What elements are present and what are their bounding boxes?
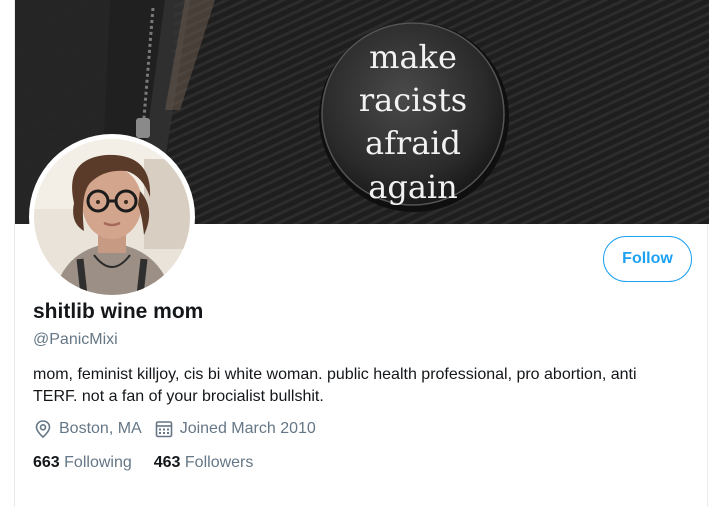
- avatar-image: [34, 139, 190, 295]
- joined-item: Joined March 2010: [154, 419, 316, 439]
- svg-text:afraid: afraid: [365, 124, 461, 162]
- following-label: Following: [64, 454, 132, 471]
- follow-stats: 663 Following 463 Followers: [33, 454, 275, 472]
- avatar[interactable]: [34, 139, 190, 295]
- display-name: shitlib wine mom: [33, 300, 204, 323]
- following-stat[interactable]: 663 Following: [33, 454, 132, 472]
- profile-card: make racists afraid again Follow shitlib…: [14, 0, 709, 507]
- location-pin-icon: [35, 420, 51, 439]
- following-count: 663: [33, 454, 60, 471]
- follow-button[interactable]: Follow: [603, 236, 692, 282]
- calendar-icon: [155, 421, 173, 438]
- location-text: Boston, MA: [59, 420, 142, 437]
- user-handle[interactable]: @PanicMixi: [33, 331, 118, 349]
- followers-stat[interactable]: 463 Followers: [154, 454, 254, 472]
- joined-text: Joined March 2010: [179, 420, 316, 437]
- svg-text:racists: racists: [359, 81, 467, 119]
- profile-bio: mom, feminist killjoy, cis bi white woma…: [33, 366, 637, 405]
- svg-text:make: make: [369, 38, 457, 76]
- location-item: Boston, MA: [33, 419, 142, 439]
- followers-label: Followers: [184, 454, 254, 471]
- svg-text:again: again: [368, 168, 457, 206]
- avatar-frame[interactable]: [29, 134, 195, 300]
- followers-count: 463: [153, 454, 181, 471]
- profile-meta: Boston, MA Joined March 2010: [33, 419, 328, 439]
